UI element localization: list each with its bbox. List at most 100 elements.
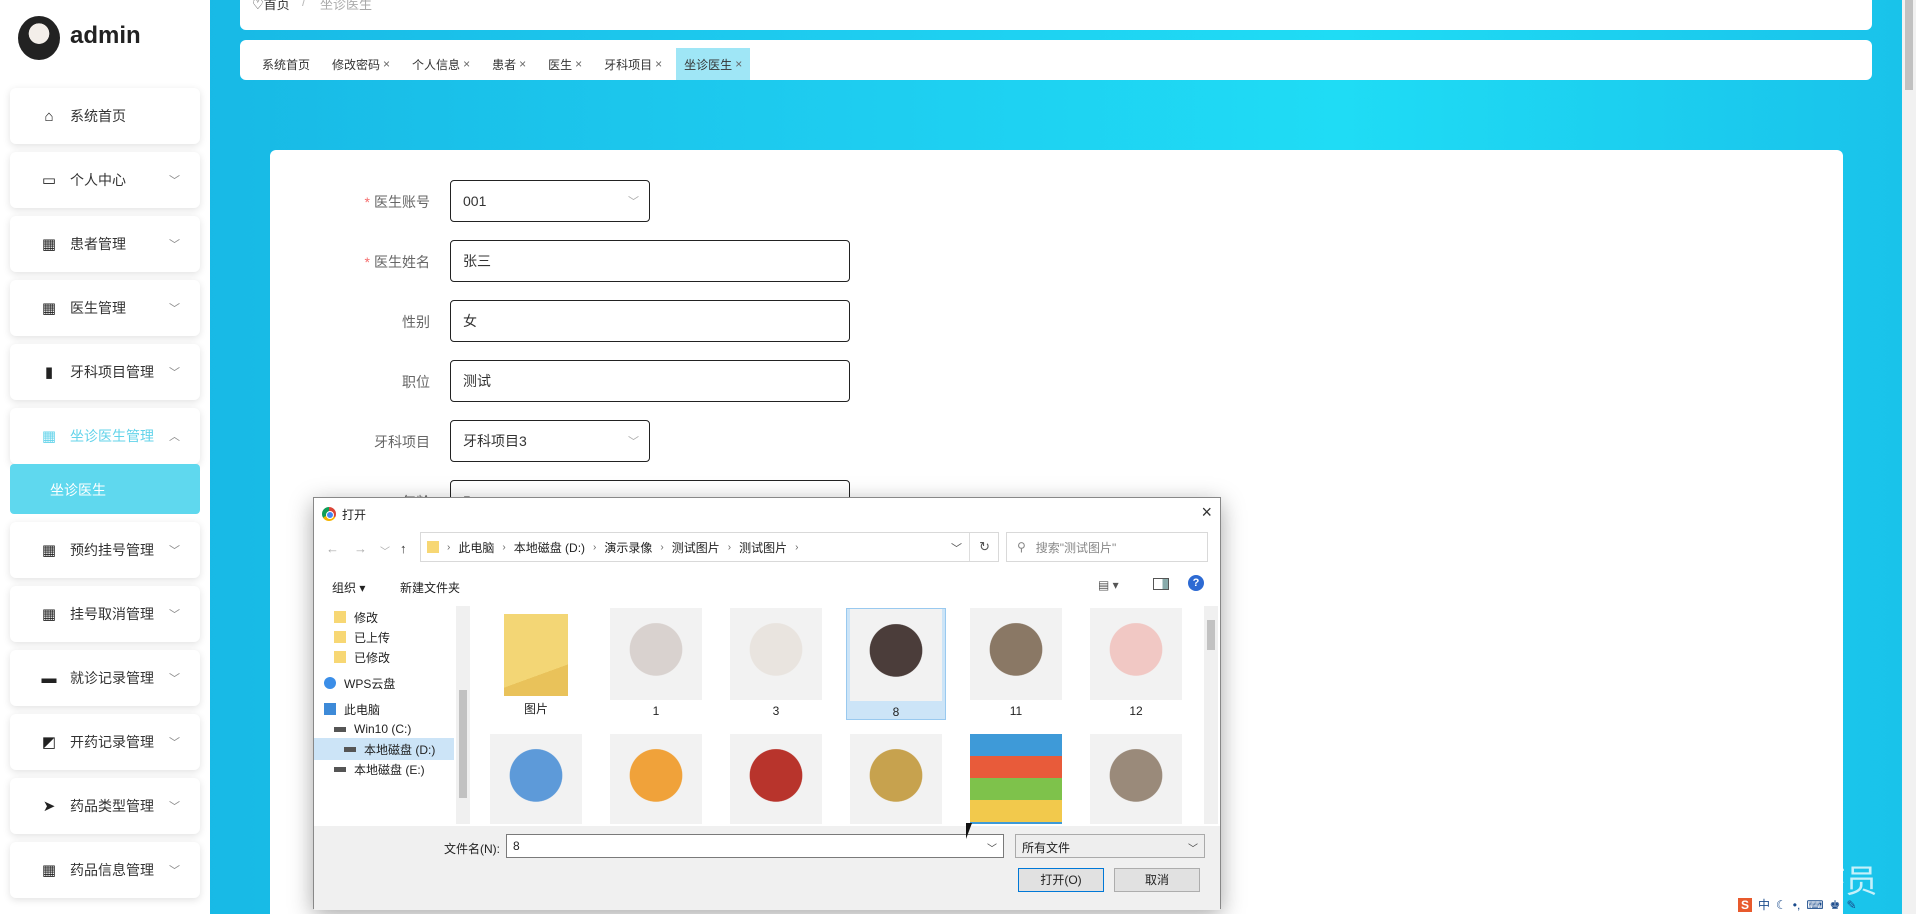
address-bar[interactable]: › 此电脑 › 本地磁盘 (D:) › 演示录像 › 测试图片 › 测试图片 ›… [420,532,999,562]
file-item[interactable]: 1 [606,608,706,718]
search-input[interactable]: ⚲ 搜索"测试图片" [1006,532,1208,562]
tab-change-password[interactable]: 修改密码 × [324,48,398,80]
filetype-select[interactable]: 所有文件 ﹀ [1015,834,1205,858]
close-icon[interactable]: × [575,57,582,71]
close-icon[interactable]: × [463,57,470,71]
user-avatar-icon [18,16,60,60]
chevron-down-icon[interactable]: ﹀ [951,540,962,556]
wrench-icon[interactable]: ✎ [1846,898,1856,912]
skin-icon[interactable]: ♚ [1830,898,1841,912]
sidebar-item-personal-center[interactable]: ▭ 个人中心 ﹀ [10,152,200,208]
sidebar-item-cancellations[interactable]: ▦ 挂号取消管理 ﹀ [10,586,200,642]
tree-item[interactable]: 本地磁盘 (E:) [334,758,454,780]
sidebar-item-home[interactable]: ⌂ 系统首页 [10,88,200,144]
chevron-down-icon: ﹀ [169,545,180,557]
tab-home[interactable]: 系统首页 [254,48,318,80]
file-item[interactable] [1086,734,1182,824]
keyboard-icon[interactable]: ⌨ [1806,898,1823,912]
moon-icon[interactable]: ☾ [1776,898,1787,912]
nav-scrollbar[interactable] [456,606,470,824]
sidebar-item-dental-projects[interactable]: ▮ 牙科项目管理 ﹀ [10,344,200,400]
refresh-icon[interactable]: ↻ [979,539,990,555]
preview-pane-icon[interactable] [1153,578,1169,590]
sogou-ime-icon[interactable]: S [1738,897,1753,912]
dental-project-select[interactable]: 牙科项目3 ﹀ [450,420,650,462]
doctor-account-select[interactable]: 001 ﹀ [450,180,650,222]
tree-item[interactable]: 已上传 [334,626,454,648]
gender-input[interactable]: 女 [450,300,850,342]
path-segment[interactable]: 测试图片 [739,539,787,556]
close-icon[interactable]: × [735,57,742,71]
close-icon[interactable]: × [655,57,662,71]
sidebar-item-prescription-records[interactable]: ◩ 开药记录管理 ﹀ [10,714,200,770]
sidebar-item-onduty-doctors[interactable]: ▦ 坐诊医生管理 ︿ [10,408,200,464]
file-item[interactable]: 11 [966,608,1066,718]
sidebar-item-label: 预约挂号管理 [70,542,154,558]
sidebar-item-visit-records[interactable]: ▬ 就诊记录管理 ﹀ [10,650,200,706]
punctuation-icon[interactable]: •, [1793,898,1801,912]
new-folder-button[interactable]: 新建文件夹 [400,579,460,596]
open-button[interactable]: 打开(O) [1018,868,1104,892]
scroll-thumb[interactable] [459,690,467,798]
chevron-down-icon[interactable]: ﹀ [987,840,997,855]
sidebar-item-doctors[interactable]: ▦ 医生管理 ﹀ [10,280,200,336]
tab-patients[interactable]: 患者 × [484,48,534,80]
sidebar-item-label: 坐诊医生管理 [70,428,154,444]
filename-input[interactable]: 8 ﹀ [506,834,1004,858]
tab-profile[interactable]: 个人信息 × [404,48,478,80]
chevron-down-icon: ﹀ [169,175,180,187]
tab-dental-projects[interactable]: 牙科项目 × [596,48,670,80]
file-item[interactable]: 12 [1086,608,1182,718]
close-icon[interactable]: × [519,57,526,71]
tree-item[interactable]: Win10 (C:) [334,718,454,740]
close-icon[interactable]: × [383,57,390,71]
filetype-value: 所有文件 [1022,841,1071,855]
back-arrow-icon[interactable]: ← [326,541,339,556]
path-segment[interactable]: 演示录像 [604,539,652,556]
organize-button[interactable]: 组织 ▾ [332,579,365,596]
file-item[interactable] [726,734,826,824]
up-arrow-icon[interactable]: ↑ [400,541,407,556]
field-label-text: 医生账号 [374,194,430,210]
tab-onduty-doctor[interactable]: 坐诊医生 × [676,48,751,80]
doctor-name-input[interactable]: 张三 [450,240,850,282]
path-segment[interactable]: 测试图片 [672,539,720,556]
tree-item[interactable]: 本地磁盘 (D:) [314,738,454,760]
forward-arrow-icon[interactable]: → [354,541,367,556]
sidebar-item-appointments[interactable]: ▦ 预约挂号管理 ﹀ [10,522,200,578]
chart-icon: ◩ [41,734,57,751]
submenu-item-onduty-doctor[interactable]: 坐诊医生 [10,464,200,514]
help-icon[interactable]: ? [1188,575,1204,591]
page-scrollbar[interactable] [1902,0,1916,914]
tree-item[interactable]: 已修改 [334,646,454,668]
file-item[interactable] [486,734,586,824]
tab-doctors[interactable]: 医生 × [540,48,590,80]
tree-item[interactable]: 此电脑 [324,698,444,720]
tree-item[interactable]: WPS云盘 [324,672,444,694]
tree-item-label: 本地磁盘 (E:) [354,762,425,777]
file-item[interactable]: 3 [726,608,826,718]
file-item[interactable] [846,734,946,824]
file-item[interactable] [606,734,706,824]
close-icon[interactable]: × [1201,502,1212,523]
cancel-button[interactable]: 取消 [1114,868,1200,892]
path-segment[interactable]: 此电脑 [458,539,494,556]
filename-label: 文件名(N): [444,842,500,856]
view-options-icon[interactable]: ▤ ▾ [1098,578,1119,592]
path-segment[interactable]: 本地磁盘 (D:) [514,539,585,556]
scroll-thumb[interactable] [1905,0,1913,90]
tree-item-label: 已修改 [354,650,391,665]
file-item[interactable] [966,734,1066,824]
file-item[interactable]: 图片 [486,608,586,717]
ime-mode-indicator[interactable]: 中 [1758,896,1770,913]
sidebar-item-drug-types[interactable]: ➤ 药品类型管理 ﹀ [10,778,200,834]
sidebar-item-drug-info[interactable]: ▦ 药品信息管理 ﹀ [10,842,200,898]
recent-dropdown-icon[interactable]: ﹀ [380,543,390,558]
position-input[interactable]: 测试 [450,360,850,402]
grid-scrollbar[interactable] [1204,606,1218,824]
file-item[interactable]: 8 [846,608,946,720]
breadcrumb-home[interactable]: ♡首页 [252,0,290,13]
tree-item[interactable]: 修改 [334,606,454,628]
sidebar-item-patients[interactable]: ▦ 患者管理 ﹀ [10,216,200,272]
scroll-thumb[interactable] [1207,620,1215,650]
